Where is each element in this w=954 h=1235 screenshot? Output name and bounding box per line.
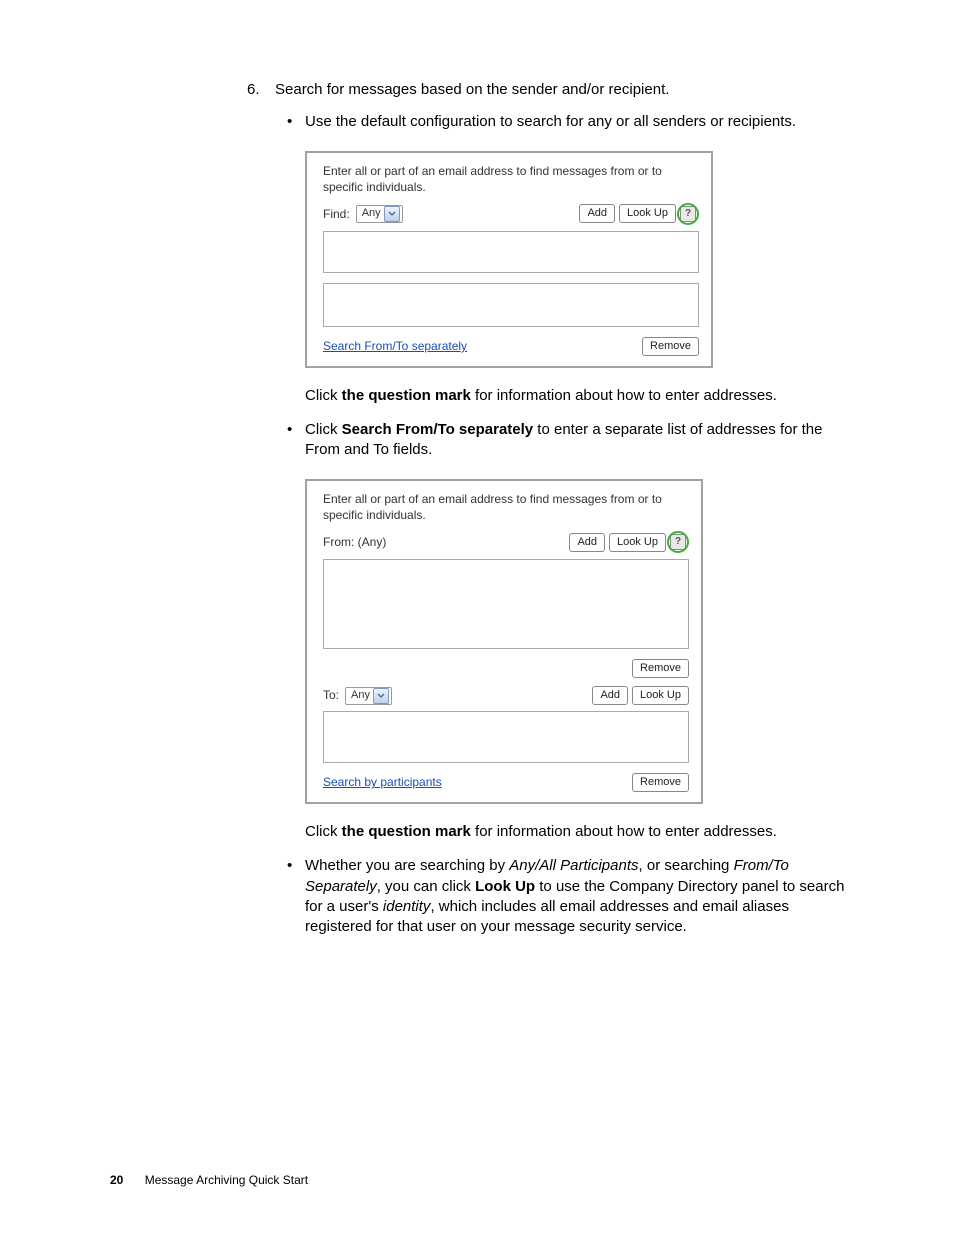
bullet-dot: • <box>287 420 292 440</box>
bullet-dot: • <box>287 112 292 132</box>
to-row: To: Any Add Look Up <box>323 686 689 705</box>
lookup-button[interactable]: Look Up <box>619 204 676 223</box>
document-page: 6. Search for messages based on the send… <box>0 0 954 1235</box>
bullet-lookup-info: • Whether you are searching by Any/All P… <box>305 856 854 937</box>
dropdown-value: Any <box>351 688 370 703</box>
footer-title: Message Archiving Quick Start <box>145 1173 308 1187</box>
address-textarea[interactable] <box>323 231 699 273</box>
instruction-question-mark-2: Click the question mark for information … <box>305 822 854 842</box>
to-bottom-row: Search by participants Remove <box>323 773 689 792</box>
bullet-text: Use the default configuration to search … <box>305 113 796 130</box>
add-button[interactable]: Add <box>579 204 615 223</box>
panel-intro: Enter all or part of an email address to… <box>323 163 699 195</box>
instruction-question-mark-1: Click the question mark for information … <box>305 386 854 406</box>
step-6: 6. Search for messages based on the send… <box>275 80 854 937</box>
sub-bullets: • Use the default configuration to searc… <box>275 112 854 132</box>
from-row: From: (Any) Add Look Up ? <box>323 531 689 553</box>
numbered-list: 6. Search for messages based on the send… <box>110 80 854 937</box>
chevron-down-icon <box>384 206 400 222</box>
help-highlight: ? <box>667 531 689 553</box>
from-label: From: (Any) <box>323 534 386 550</box>
remove-button[interactable]: Remove <box>632 773 689 792</box>
to-dropdown[interactable]: Any <box>345 687 392 705</box>
panel-bottom-row: Search From/To separately Remove <box>323 337 699 356</box>
sub-bullets-2: • Click Search From/To separately to ent… <box>275 420 854 461</box>
step-text: Search for messages based on the sender … <box>275 81 669 98</box>
sub-bullets-3: • Whether you are searching by Any/All P… <box>275 856 854 937</box>
page-footer: 20 Message Archiving Quick Start <box>110 1173 308 1187</box>
bullet-dot: • <box>287 856 292 876</box>
remove-button[interactable]: Remove <box>642 337 699 356</box>
to-textarea[interactable] <box>323 711 689 763</box>
from-bottom-row: Remove <box>323 659 689 678</box>
panel-intro: Enter all or part of an email address to… <box>323 491 689 523</box>
search-from-to-link[interactable]: Search From/To separately <box>323 338 467 354</box>
step-number: 6. <box>247 80 260 100</box>
remove-button[interactable]: Remove <box>632 659 689 678</box>
help-highlight: ? <box>677 203 699 225</box>
find-row: Find: Any Add Look Up ? <box>323 203 699 225</box>
to-label: To: <box>323 687 339 703</box>
chevron-down-icon <box>373 688 389 704</box>
lookup-button[interactable]: Look Up <box>609 533 666 552</box>
find-label: Find: <box>323 206 350 222</box>
lookup-button[interactable]: Look Up <box>632 686 689 705</box>
search-panel-combined: Enter all or part of an email address to… <box>305 151 713 368</box>
search-panel-separate: Enter all or part of an email address to… <box>305 479 703 804</box>
add-button[interactable]: Add <box>592 686 628 705</box>
from-textarea[interactable] <box>323 559 689 649</box>
dropdown-value: Any <box>362 206 381 221</box>
bullet-separate-search: • Click Search From/To separately to ent… <box>305 420 854 461</box>
add-button[interactable]: Add <box>569 533 605 552</box>
bullet-default-config: • Use the default configuration to searc… <box>305 112 854 132</box>
find-dropdown[interactable]: Any <box>356 205 403 223</box>
search-by-participants-link[interactable]: Search by participants <box>323 774 442 790</box>
page-number: 20 <box>110 1173 123 1187</box>
address-textarea-2[interactable] <box>323 283 699 327</box>
